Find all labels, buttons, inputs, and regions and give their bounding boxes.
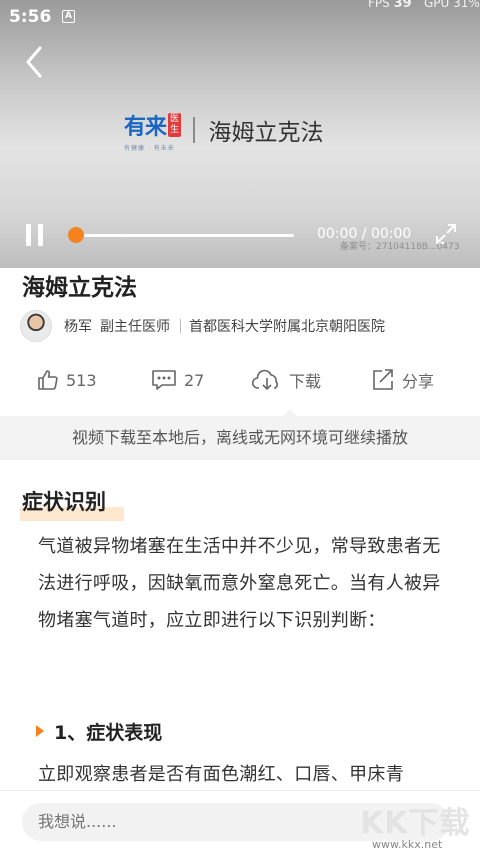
record-number: 备案号：27104118B...0473 (340, 242, 460, 252)
video-title: 海姆立克法 (208, 120, 324, 146)
content-paragraph: 气道被异物堵塞在生活中并不少见，常导致患者无法进行呼吸，因缺氧而意外窒息死亡。当… (38, 536, 441, 631)
author-name: 杨军 (64, 319, 92, 335)
like-button[interactable]: 513 (36, 366, 97, 394)
video-player[interactable]: 5:56 A FPS 39 GPU 31% 有来 医生 有健康 · 有未来 海姆… (0, 0, 480, 268)
share-button[interactable]: 分享 (370, 366, 434, 394)
download-label: 下载 (289, 372, 322, 391)
author-title: 副主任医师 (100, 319, 170, 335)
subheading-text: 1、症状表现 (54, 721, 163, 744)
brand-divider (193, 117, 195, 143)
thumbs-up-icon (38, 370, 58, 390)
comment-button[interactable]: 27 (150, 366, 204, 394)
fps-value: 39 (393, 0, 412, 11)
notification-icon: A (62, 10, 75, 23)
content-paragraph-2: 立即观察患者是否有面色潮红、口唇、甲床青 (38, 764, 404, 785)
author-row[interactable]: 杨军 副主任医师 首都医科大学附属北京朝阳医院 (20, 310, 393, 342)
logo-tag: 医生 (168, 112, 182, 137)
download-notice: 视频下载至本地后，离线或无网环境可继续播放 (0, 416, 480, 460)
fps-label: FPS (368, 0, 390, 10)
back-arrow-icon[interactable] (18, 42, 52, 82)
subheading: 1、症状表现 (36, 716, 162, 746)
status-bar: 5:56 A FPS 39 GPU 31% (0, 0, 480, 34)
progress-knob[interactable] (68, 227, 84, 243)
logo-slogan: 有健康 · 有未来 (124, 144, 175, 152)
cloud-download-icon (251, 369, 279, 391)
youlai-logo: 有来 医生 有健康 · 有未来 (124, 109, 182, 152)
hospital-name: 首都医科大学附属北京朝阳医院 (189, 319, 385, 335)
download-button[interactable]: 下载 (251, 366, 321, 394)
triangle-bullet-icon (36, 725, 44, 737)
avatar[interactable] (20, 310, 52, 342)
status-time: 5:56 (9, 7, 52, 27)
comment-icon (152, 370, 176, 390)
comment-count: 27 (184, 370, 205, 390)
pause-button[interactable] (26, 224, 46, 246)
video-brand-banner: 有来 医生 有健康 · 有未来 海姆立克法 (124, 108, 324, 152)
author-divider (180, 319, 181, 333)
site-watermark-url: www.kkx.net (372, 838, 443, 851)
fps-readout: FPS 39 (368, 0, 412, 11)
share-label: 分享 (402, 372, 435, 391)
action-bar: 513 27 下载 分享 (0, 360, 480, 400)
article-title: 海姆立克法 (22, 275, 137, 301)
logo-text: 有来 (124, 114, 167, 140)
share-icon (373, 369, 393, 390)
progress-track[interactable] (76, 234, 294, 237)
gpu-readout: GPU 31% (424, 0, 480, 10)
like-count: 513 (66, 370, 97, 390)
section-title: 症状识别 (22, 490, 106, 514)
site-watermark-logo: KK下载 (360, 806, 471, 841)
